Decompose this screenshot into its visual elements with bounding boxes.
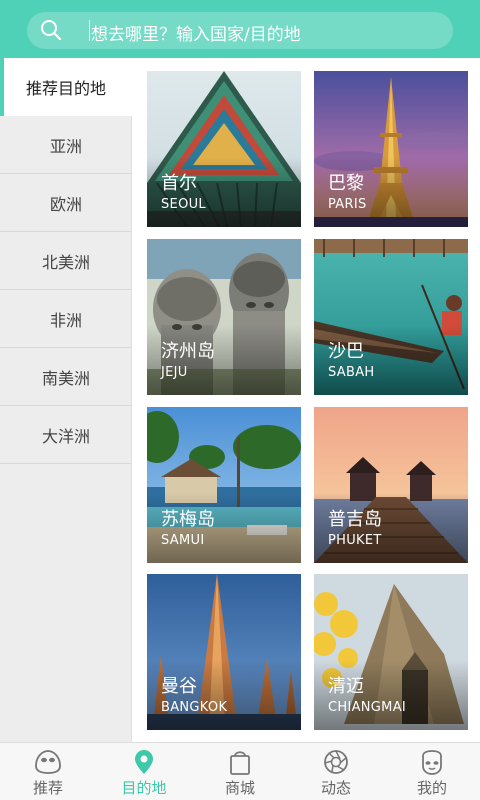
destination-name-en: SAMUI [161,533,205,548]
header: 想去哪里？输入国家/目的地 [0,0,480,58]
home-icon [35,750,61,774]
destination-grid: 首尔 SEOUL 巴黎 PARIS 济州岛 JEJU 沙巴 SABAH 苏梅岛 … [133,58,480,742]
tab-shop[interactable]: 商城 [192,743,288,800]
destination-name-cn: 曼谷 [161,676,197,697]
search-icon [41,20,62,41]
tab-label: 目的地 [121,779,167,797]
sidebar-item-asia[interactable]: 亚洲 [0,116,132,174]
destination-name-cn: 巴黎 [328,173,364,194]
destination-name-cn: 沙巴 [328,341,364,362]
destination-name-en: CHIANGMAI [328,700,407,715]
destination-card-sabah[interactable]: 沙巴 SABAH [314,239,468,395]
destination-card-phuket[interactable]: 普吉岛 PHUKET [314,407,468,563]
destination-card-jeju[interactable]: 济州岛 JEJU [147,239,301,395]
destination-name-cn: 清迈 [328,676,364,697]
sidebar-item-europe[interactable]: 欧洲 [0,174,132,232]
search-bar[interactable]: 想去哪里？输入国家/目的地 [27,12,453,49]
destination-card-seoul[interactable]: 首尔 SEOUL [147,71,301,227]
tab-label: 推荐 [32,779,63,797]
profile-icon [422,750,442,775]
tab-moments[interactable]: 动态 [288,743,384,800]
tab-label: 动态 [320,779,351,797]
sidebar-item-north-america[interactable]: 北美洲 [0,232,132,290]
camera-aperture-icon [324,750,348,774]
destination-name-en: PARIS [328,197,367,212]
destination-name-cn: 苏梅岛 [161,509,215,530]
destination-name-en: BANGKOK [161,700,228,715]
destination-name-en: SABAH [328,365,375,380]
destination-name-en: SEOUL [161,197,206,212]
region-sidebar: 推荐目的地 亚洲 欧洲 北美洲 非洲 南美洲 大洋洲 [0,58,133,742]
shopping-bag-icon [230,751,250,775]
destination-card-chiangmai[interactable]: 清迈 CHIANGMAI [314,574,468,730]
tab-label: 商城 [224,779,255,797]
destination-card-bangkok[interactable]: 曼谷 BANGKOK [147,574,301,730]
tab-destinations[interactable]: 目的地 [96,743,192,800]
destination-card-paris[interactable]: 巴黎 PARIS [314,71,468,227]
bottom-tab-bar: 推荐 目的地 商城 动态 我的 [0,742,480,800]
tab-recommend[interactable]: 推荐 [0,743,96,800]
tab-label: 我的 [416,779,447,797]
sidebar-item-recommended[interactable]: 推荐目的地 [0,58,132,116]
sidebar-item-south-america[interactable]: 南美洲 [0,348,132,406]
destination-name-en: JEJU [161,365,188,380]
sidebar-item-oceania[interactable]: 大洋洲 [0,406,132,464]
destination-name-cn: 济州岛 [161,341,215,362]
text-cursor [89,20,90,41]
destination-name-cn: 首尔 [161,173,197,194]
search-input[interactable]: 想去哪里？输入国家/目的地 [91,20,301,45]
destination-card-samui[interactable]: 苏梅岛 SAMUI [147,407,301,563]
destination-name-cn: 普吉岛 [328,509,382,530]
destination-name-en: PHUKET [328,533,382,548]
tab-profile[interactable]: 我的 [384,743,480,800]
location-pin-icon [135,750,153,774]
sidebar-item-africa[interactable]: 非洲 [0,290,132,348]
